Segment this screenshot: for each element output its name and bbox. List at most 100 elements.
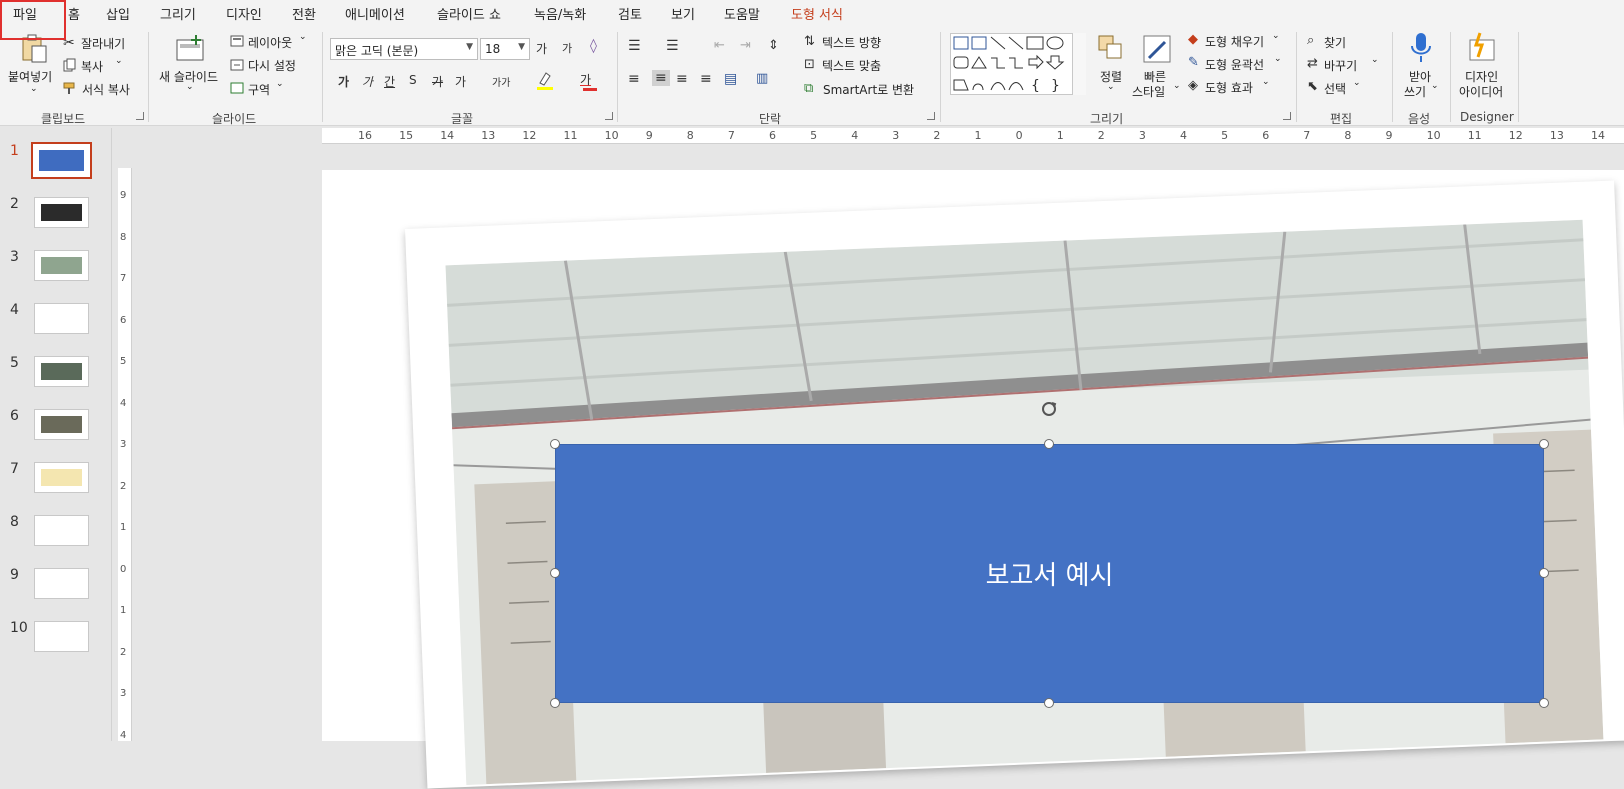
underline-button[interactable]: 간: [384, 73, 395, 90]
drawing-launcher-icon[interactable]: [1283, 112, 1291, 120]
line-spacing-icon[interactable]: ⇕: [768, 38, 779, 53]
shape-outline-button[interactable]: 도형 윤곽선: [1205, 56, 1264, 73]
slide-thumbnail[interactable]: [34, 356, 89, 387]
dictate-dropdown-icon[interactable]: ⌄: [1431, 81, 1439, 91]
shrink-font-button[interactable]: 가: [562, 40, 572, 56]
bullets-icon[interactable]: ☰: [628, 38, 641, 54]
layout-button[interactable]: 레이아웃: [248, 34, 292, 51]
text-shadow-button[interactable]: S: [409, 73, 417, 87]
shape-fill-button[interactable]: 도형 채우기: [1205, 33, 1264, 50]
title-shape[interactable]: 보고서 예시: [555, 444, 1544, 703]
slide-thumbnail[interactable]: [34, 250, 89, 281]
italic-button[interactable]: 가: [362, 73, 373, 90]
section-button[interactable]: 구역: [248, 81, 270, 98]
find-button[interactable]: 찾기: [1324, 34, 1346, 51]
align-right-icon[interactable]: ≡: [676, 71, 688, 87]
font-name-combobox[interactable]: 맑은 고딕 (본문) ▼: [330, 38, 478, 60]
tab-review[interactable]: 검토: [618, 4, 642, 23]
ruler-tick-label: 9: [120, 190, 127, 201]
tab-home[interactable]: 홈: [68, 4, 80, 23]
distributed-icon[interactable]: ▤: [724, 71, 737, 87]
tab-transitions[interactable]: 전환: [292, 4, 316, 23]
select-button[interactable]: 선택: [1324, 80, 1346, 97]
select-dropdown-icon[interactable]: ⌄: [1353, 78, 1361, 88]
tab-view[interactable]: 보기: [671, 4, 695, 23]
columns-icon[interactable]: ▥: [756, 71, 768, 86]
layout-dropdown-icon[interactable]: ⌄: [299, 32, 307, 42]
justify-icon[interactable]: ≡: [700, 71, 712, 87]
text-direction-icon: ⇅: [804, 34, 815, 49]
slide-thumbnail[interactable]: [34, 568, 89, 599]
arrange-dropdown-icon[interactable]: ⌄: [1107, 82, 1115, 92]
slide-thumbnail[interactable]: [34, 197, 89, 228]
resize-handle-top-right[interactable]: [1539, 439, 1549, 449]
slide-thumbnail[interactable]: [34, 409, 89, 440]
font-size-combobox[interactable]: 18 ▼: [480, 38, 530, 60]
font-launcher-icon[interactable]: [605, 112, 613, 120]
resize-handle-bottom[interactable]: [1044, 698, 1054, 708]
replace-button[interactable]: 바꾸기: [1324, 57, 1357, 74]
clipboard-launcher-icon[interactable]: [136, 112, 144, 120]
numbering-icon[interactable]: ☰: [666, 38, 679, 54]
tab-help[interactable]: 도움말: [724, 4, 760, 23]
increase-indent-icon[interactable]: ⇥: [740, 38, 751, 53]
tab-design[interactable]: 디자인: [226, 4, 262, 23]
paste-button[interactable]: 붙여넣기: [8, 68, 52, 85]
resize-handle-left[interactable]: [550, 568, 560, 578]
strikethrough-button[interactable]: 가: [432, 73, 443, 90]
text-direction-button[interactable]: 텍스트 방향: [822, 34, 881, 51]
change-case-button[interactable]: 가가: [492, 74, 510, 89]
dictate-label-2[interactable]: 쓰기: [1404, 83, 1426, 100]
paragraph-launcher-icon[interactable]: [927, 112, 935, 120]
tab-draw[interactable]: 그리기: [160, 4, 196, 23]
grow-font-button[interactable]: 가: [536, 40, 547, 57]
decrease-indent-icon[interactable]: ⇤: [714, 38, 725, 53]
highlight-icon[interactable]: [536, 71, 554, 91]
resize-handle-top[interactable]: [1044, 439, 1054, 449]
slide-title[interactable]: 보고서 예시: [556, 445, 1543, 702]
shape-outline-dropdown-icon[interactable]: ⌄: [1274, 54, 1282, 64]
shape-fill-dropdown-icon[interactable]: ⌄: [1272, 31, 1280, 41]
slide-thumbnail[interactable]: [34, 462, 89, 493]
slide-thumbnail[interactable]: [34, 621, 89, 652]
slide-thumbnail[interactable]: [31, 142, 92, 179]
reset-button[interactable]: 다시 설정: [248, 57, 296, 74]
bold-button[interactable]: 가: [338, 73, 349, 90]
resize-handle-right[interactable]: [1539, 568, 1549, 578]
slide-thumbnail[interactable]: [34, 303, 89, 334]
replace-dropdown-icon[interactable]: ⌄: [1371, 55, 1379, 65]
cut-button[interactable]: 잘라내기: [81, 35, 125, 52]
tab-slideshow[interactable]: 슬라이드 쇼: [437, 4, 501, 23]
tab-shape-format[interactable]: 도형 서식: [791, 4, 843, 23]
quick-styles-dropdown-icon[interactable]: ⌄: [1173, 81, 1181, 91]
design-ideas-label-2[interactable]: 아이디어: [1459, 83, 1503, 100]
shape-effects-dropdown-icon[interactable]: ⌄: [1262, 77, 1270, 87]
copy-dropdown-icon[interactable]: ⌄: [115, 56, 123, 66]
section-dropdown-icon[interactable]: ⌄: [276, 79, 284, 89]
rotate-handle-icon[interactable]: [1040, 400, 1058, 418]
clear-formatting-icon[interactable]: ◊: [590, 38, 597, 54]
ruler-tick-label: 13: [481, 129, 496, 142]
slide-thumbnail[interactable]: [34, 515, 89, 546]
paste-dropdown-icon[interactable]: ⌄: [30, 84, 38, 94]
format-painter-button[interactable]: 서식 복사: [82, 81, 130, 98]
tab-animations[interactable]: 애니메이션: [345, 4, 405, 23]
quick-styles-label-2[interactable]: 스타일: [1132, 83, 1165, 100]
copy-button[interactable]: 복사: [81, 58, 103, 75]
align-left-icon[interactable]: ≡: [628, 71, 640, 87]
font-color-button[interactable]: 가: [580, 71, 591, 88]
resize-handle-top-left[interactable]: [550, 439, 560, 449]
resize-handle-bottom-left[interactable]: [550, 698, 560, 708]
new-slide-dropdown-icon[interactable]: ⌄: [186, 82, 194, 92]
character-spacing-button[interactable]: 가: [455, 73, 466, 90]
tab-recording[interactable]: 녹음/녹화: [534, 4, 586, 23]
resize-handle-bottom-right[interactable]: [1539, 698, 1549, 708]
tab-insert[interactable]: 삽입: [106, 4, 130, 23]
align-center-icon[interactable]: ≡: [652, 70, 670, 86]
shape-effects-button[interactable]: 도형 효과: [1205, 79, 1253, 96]
smartart-button[interactable]: SmartArt로 변환: [823, 81, 914, 98]
align-text-button[interactable]: 텍스트 맞춤: [822, 57, 881, 74]
ruler-tick-label: 8: [120, 231, 127, 243]
gallery-scroll[interactable]: [1072, 33, 1086, 95]
shapes-gallery[interactable]: {}: [950, 33, 1086, 95]
